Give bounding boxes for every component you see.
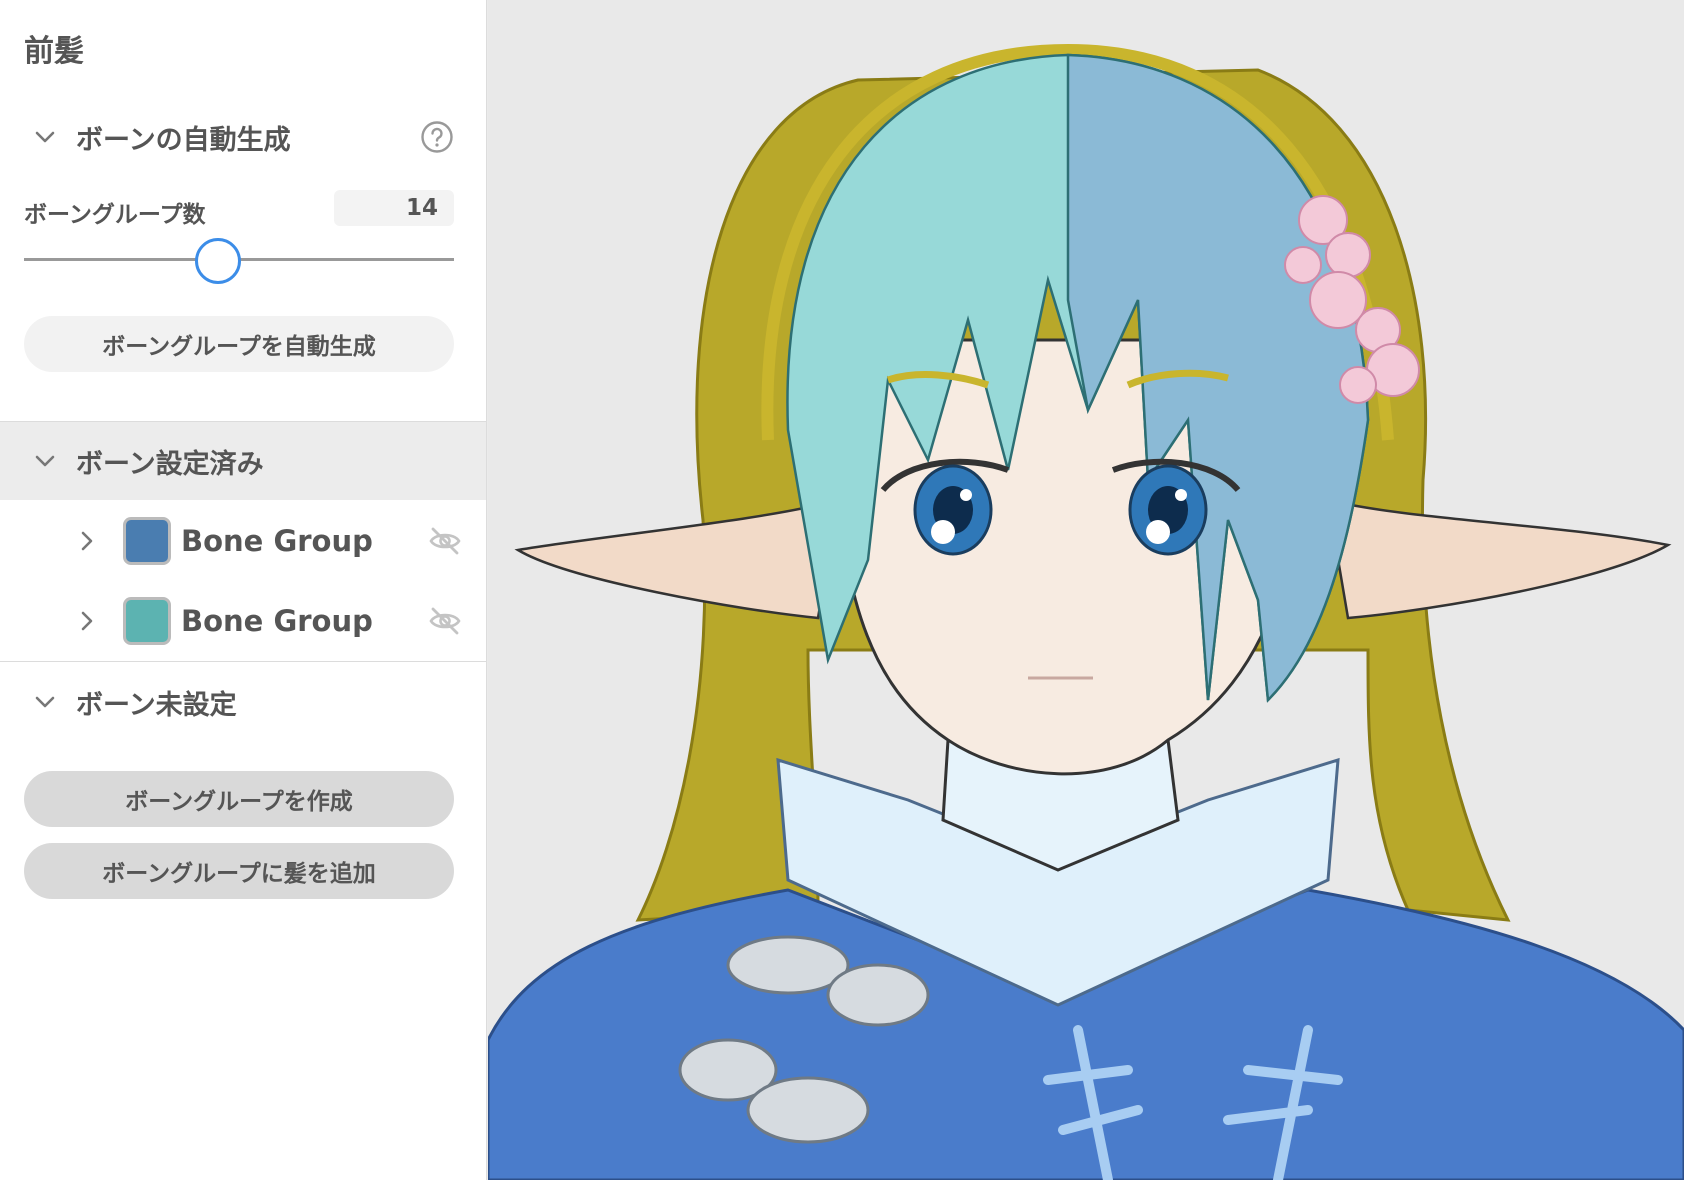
section-label: ボーン設定済み xyxy=(76,448,264,480)
avatar-model xyxy=(488,43,1684,1180)
divider xyxy=(0,661,486,662)
chevron-down-icon xyxy=(35,696,55,708)
eye-slash-icon[interactable] xyxy=(428,605,462,637)
bone-group-name: Bone Group xyxy=(181,604,373,638)
auto-generate-section-header[interactable]: ボーンの自動生成 xyxy=(0,98,486,176)
create-bone-group-button[interactable]: ボーングループを作成 xyxy=(24,771,454,827)
3d-viewport[interactable] xyxy=(488,0,1684,1180)
bone-group-color-swatch[interactable] xyxy=(123,597,171,645)
avatar-left-ear xyxy=(514,498,840,620)
add-hair-to-group-button[interactable]: ボーングループに髪を追加 xyxy=(24,843,454,899)
bone-group-row[interactable]: Bone Group xyxy=(0,581,486,661)
configured-section-header[interactable]: ボーン設定済み xyxy=(0,422,486,500)
bone-group-name: Bone Group xyxy=(181,524,373,558)
bone-settings-panel: 前髪 ボーンの自動生成 ボーングループ数 14 ボーングループを自動生成 ボーン… xyxy=(0,0,487,1180)
bone-group-count-label: ボーングループ数 xyxy=(24,202,206,228)
chevron-right-icon[interactable] xyxy=(76,608,98,634)
bone-group-row[interactable]: Bone Group xyxy=(0,501,486,581)
section-label: ボーンの自動生成 xyxy=(76,124,291,156)
eye-slash-icon[interactable] xyxy=(428,525,462,557)
section-label: ボーン未設定 xyxy=(76,689,237,721)
panel-title: 前髪 xyxy=(24,34,84,69)
unconfigured-section-header[interactable]: ボーン未設定 xyxy=(0,663,486,741)
auto-generate-button[interactable]: ボーングループを自動生成 xyxy=(24,316,454,372)
bone-group-count-slider[interactable] xyxy=(24,238,454,284)
avatar-right-ear xyxy=(1326,498,1672,620)
question-circle-icon[interactable] xyxy=(420,120,454,154)
chevron-down-icon xyxy=(35,455,55,467)
bone-group-color-swatch[interactable] xyxy=(123,517,171,565)
chevron-right-icon[interactable] xyxy=(76,528,98,554)
bone-group-count-input[interactable]: 14 xyxy=(334,190,454,226)
slider-thumb[interactable] xyxy=(194,238,241,284)
chevron-down-icon xyxy=(35,131,55,143)
